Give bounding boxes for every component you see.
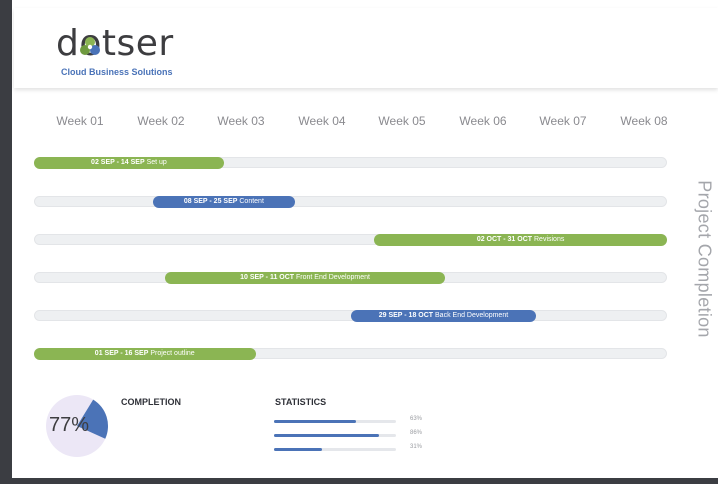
logo-wordmark: dotser: [56, 23, 174, 64]
week-label: Week 04: [298, 114, 346, 128]
task-track: [34, 196, 667, 207]
stat-row: 63%: [274, 416, 434, 426]
task-dates: 02 OCT - 31 OCT: [476, 236, 533, 243]
week-label: Week 08: [620, 114, 668, 128]
completion-value: 77%: [49, 414, 90, 436]
logo-tagline: Cloud Business Solutions: [61, 67, 173, 77]
task-bar[interactable]: 08 SEP - 25 SEP Content: [152, 196, 296, 208]
task-name: Revisions: [534, 236, 565, 243]
stat-fill: [274, 434, 379, 437]
task-dates: 08 SEP - 25 SEP: [183, 198, 238, 205]
stat-fill: [274, 420, 356, 423]
task-bar[interactable]: 01 SEP - 16 SEP Project outline: [34, 348, 256, 360]
task-dates: 02 SEP - 14 SEP: [91, 159, 145, 166]
week-label: Week 07: [539, 114, 587, 128]
bottom-bar: [0, 478, 718, 484]
stat-percent: 86%: [410, 430, 423, 436]
week-label: Week 02: [137, 114, 185, 128]
left-rail: [0, 0, 12, 484]
stat-row: 31%: [274, 444, 434, 454]
week-label: Week 06: [459, 114, 507, 128]
week-label: Week 05: [378, 114, 426, 128]
stat-percent: 31%: [410, 444, 423, 450]
statistics-title: STATISTICS: [275, 397, 327, 407]
week-label: Week 03: [217, 114, 265, 128]
header: dotser Cloud Business Solutions: [14, 8, 718, 88]
task-bar[interactable]: 02 SEP - 14 SEP Set up: [34, 157, 224, 169]
stat-track: [274, 448, 396, 451]
section-title: Project Completion: [694, 180, 715, 338]
task-bar[interactable]: 10 SEP - 11 OCT Front End Development: [164, 272, 446, 284]
logo[interactable]: dotser Cloud Business Solutions: [56, 24, 196, 80]
stat-row: 86%: [274, 430, 434, 440]
week-label: Week 01: [56, 114, 104, 128]
task-dates: 01 SEP - 16 SEP: [94, 350, 149, 357]
task-name: Front End Development: [296, 274, 370, 281]
task-name: Content: [239, 198, 264, 205]
task-dates: 10 SEP - 11 OCT: [240, 274, 295, 281]
task-name: Project outline: [150, 350, 195, 357]
stat-track: [274, 434, 396, 437]
task-name: Set up: [146, 159, 167, 166]
task-bar[interactable]: 02 OCT - 31 OCT Revisions: [374, 234, 667, 246]
stat-fill: [274, 448, 322, 451]
task-dates: 29 SEP - 18 OCT: [378, 312, 434, 319]
completion-title: COMPLETION: [121, 397, 181, 407]
clover-icon: [80, 37, 100, 55]
stat-track: [274, 420, 396, 423]
task-name: Back End Development: [435, 312, 509, 319]
task-bar[interactable]: 29 SEP - 18 OCT Back End Development: [350, 310, 537, 322]
stat-percent: 63%: [410, 416, 423, 422]
